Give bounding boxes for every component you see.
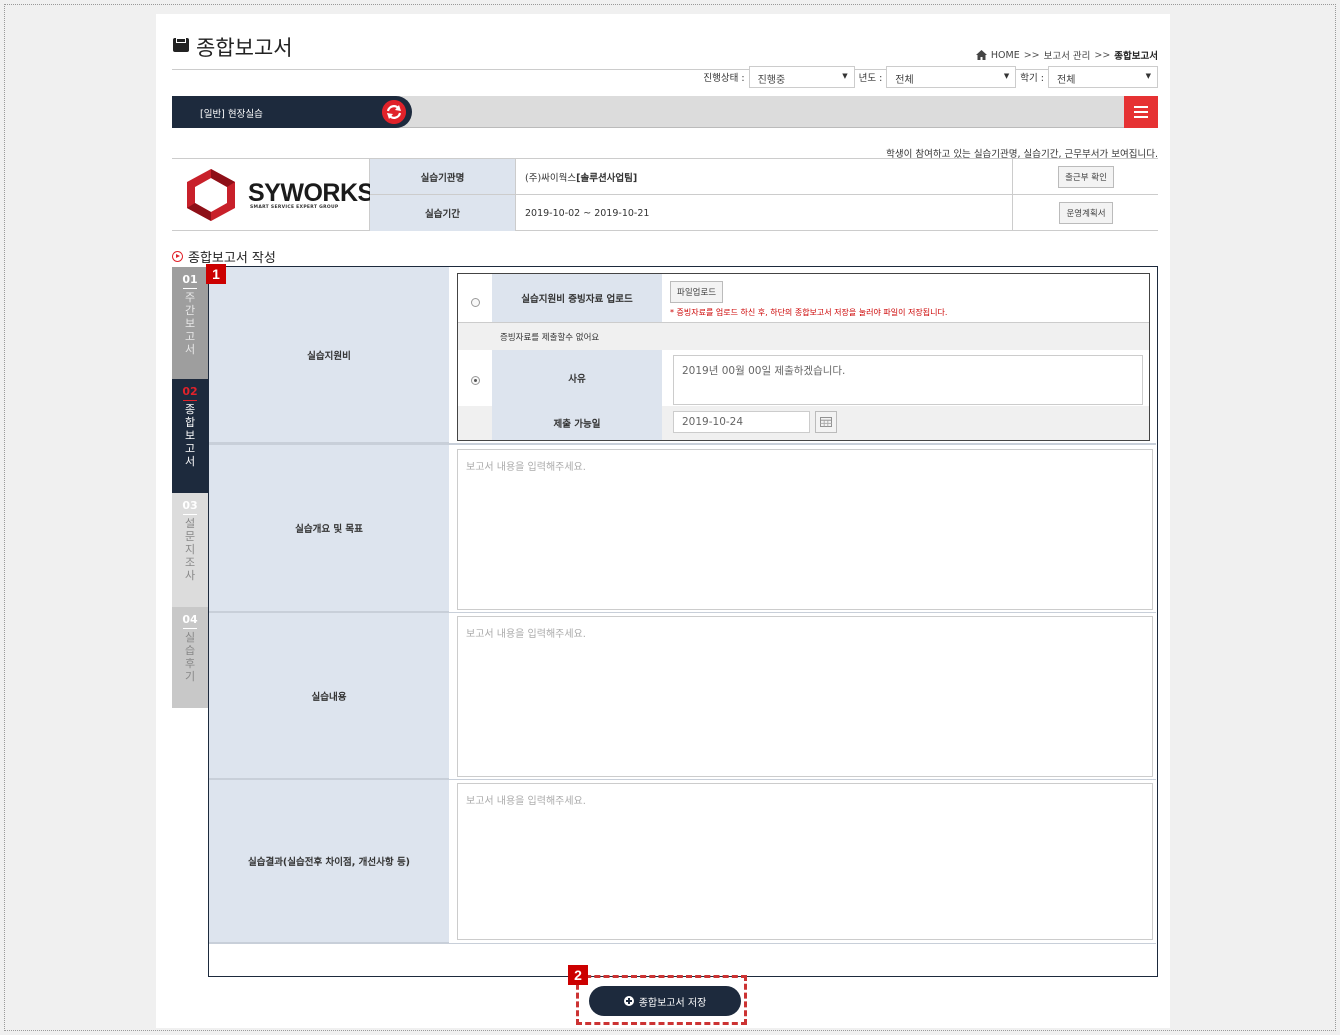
- status-filter-label: 진행상태 :: [703, 73, 745, 84]
- breadcrumb: HOME >> 보고서 관리 >> 종합보고서: [975, 48, 1158, 62]
- tab-final-report[interactable]: 02 종합보고서: [172, 379, 208, 493]
- filter-row: 진행상태 : 진행중 ▼ 년도 : 전체 ▼ 학기 : 전체 ▼: [703, 66, 1158, 88]
- company-info-table: SYWORKS SMART SERVICE EXPERT GROUP 실습기관명…: [172, 159, 1158, 231]
- support-options-box: 실습지원비 증빙자료 업로드 파일업로드 * 증빙자료를 업로드 하신 후, 하…: [457, 273, 1150, 441]
- marker-2: 2: [568, 965, 588, 985]
- report-form: 실습지원비 실습지원비 증빙자료 업로드 파일업로드 * 증빙자료를 업로드 하…: [208, 266, 1158, 977]
- results-textarea[interactable]: 보고서 내용을 입력해주세요.: [457, 783, 1153, 940]
- program-selector[interactable]: [일반] 현장실습: [172, 96, 412, 128]
- chevron-down-icon: ▼: [1145, 72, 1151, 80]
- save-button-label: 종합보고서 저장: [638, 997, 707, 1009]
- semester-select[interactable]: 전체 ▼: [1048, 66, 1158, 88]
- reason-textarea[interactable]: 2019년 00월 00일 제출하겠습니다.: [673, 355, 1143, 405]
- no-docs-row: 증빙자료를 제출할수 없어요: [458, 322, 1149, 350]
- chevron-down-icon: ▼: [1003, 72, 1010, 80]
- year-filter-label: 년도 :: [858, 73, 883, 84]
- date-input[interactable]: 2019-10-24: [673, 411, 810, 433]
- org-name-value: (주)싸이웍스 [솔루션사업팀]: [517, 159, 1013, 195]
- year-select-value: 전체: [895, 75, 914, 86]
- tab-number: 03: [182, 499, 198, 512]
- save-report-button[interactable]: 종합보고서 저장: [589, 986, 741, 1016]
- tab-review[interactable]: 04 실습후기: [172, 607, 208, 708]
- upload-label: 실습지원비 증빙자료 업로드: [492, 274, 662, 322]
- breadcrumb-report-management[interactable]: 보고서 관리: [1044, 48, 1091, 62]
- org-name-label: 실습기관명: [370, 159, 516, 195]
- period-label: 실습기간: [370, 195, 516, 231]
- home-icon: [975, 50, 987, 60]
- no-docs-text: 증빙자료를 제출할수 없어요: [500, 333, 600, 343]
- company-logo: SYWORKS SMART SERVICE EXPERT GROUP: [172, 159, 374, 231]
- results-label: 실습결과(실습전후 차이점, 개선사항 등): [209, 780, 449, 943]
- org-name-text: (주)싸이웍스: [525, 173, 577, 184]
- logo-subtext: SMART SERVICE EXPERT GROUP: [250, 205, 339, 210]
- attendance-cell: 출근부 확인: [1014, 159, 1158, 195]
- breadcrumb-separator: >>: [1023, 49, 1040, 61]
- upload-note: * 증빙자료를 업로드 하신 후, 하단의 종합보고서 저장을 눌러야 파일이 …: [670, 308, 948, 317]
- tab-number: 01: [182, 273, 198, 286]
- logo-text: SYWORKS: [248, 179, 374, 207]
- breadcrumb-current: 종합보고서: [1114, 51, 1158, 62]
- no-docs-radio[interactable]: [471, 376, 480, 385]
- overview-label: 실습개요 및 목표: [209, 445, 449, 612]
- play-circle-icon: [172, 251, 183, 262]
- menu-icon[interactable]: [1124, 96, 1158, 128]
- program-label: [일반] 현장실습: [200, 109, 263, 120]
- chevron-down-icon: ▼: [842, 72, 848, 80]
- tab-weekly-report[interactable]: 01 주간보고서: [172, 267, 208, 379]
- tab-number: 02: [182, 385, 198, 398]
- upload-radio[interactable]: [471, 298, 480, 307]
- divider: [209, 943, 1156, 944]
- support-label: 실습지원비: [209, 267, 449, 443]
- report-icon: [173, 38, 189, 52]
- reason-label: 사유: [492, 350, 662, 406]
- tab-number: 04: [182, 613, 198, 626]
- page-title: 종합보고서: [196, 36, 293, 60]
- tab-survey[interactable]: 03 설문지조사: [172, 493, 208, 607]
- tab-label: 종합보고서: [184, 403, 196, 468]
- content-textarea[interactable]: 보고서 내용을 입력해주세요.: [457, 616, 1153, 777]
- title-row: 종합보고서 HOME >> 보고서 관리 >> 종합보고서: [172, 28, 1158, 70]
- semester-select-value: 전체: [1057, 75, 1076, 86]
- plus-circle-icon: [623, 996, 634, 1006]
- marker-1: 1: [206, 264, 226, 284]
- content-label: 실습내용: [209, 613, 449, 779]
- status-select[interactable]: 진행중 ▼: [748, 66, 855, 88]
- breadcrumb-separator: >>: [1094, 49, 1111, 61]
- tab-label: 설문지조사: [184, 517, 196, 582]
- breadcrumb-home[interactable]: HOME: [991, 50, 1020, 61]
- tab-label: 주간보고서: [184, 291, 196, 356]
- syworks-logo-icon: [187, 169, 235, 221]
- semester-filter-label: 학기 :: [1020, 73, 1044, 84]
- year-select[interactable]: 전체 ▼: [886, 66, 1017, 88]
- calendar-icon[interactable]: [815, 411, 837, 433]
- page: 종합보고서 HOME >> 보고서 관리 >> 종합보고서 진행상태 : 진행중…: [156, 14, 1170, 1028]
- attendance-check-button[interactable]: 출근부 확인: [1058, 166, 1114, 188]
- plan-cell: 운영계획서: [1014, 195, 1158, 231]
- file-upload-button[interactable]: 파일업로드: [670, 281, 724, 303]
- refresh-icon[interactable]: [382, 100, 406, 124]
- operation-plan-button[interactable]: 운영계획서: [1059, 202, 1113, 224]
- status-select-value: 진행중: [757, 75, 786, 86]
- program-bar: [일반] 현장실습: [172, 96, 1158, 128]
- tab-label: 실습후기: [184, 631, 196, 683]
- date-label: 제출 가능일: [492, 406, 662, 440]
- overview-textarea[interactable]: 보고서 내용을 입력해주세요.: [457, 449, 1153, 610]
- org-dept-text: [솔루션사업팀]: [576, 173, 638, 184]
- section-title-text: 종합보고서 작성: [188, 251, 276, 266]
- period-value: 2019-10-02 ~ 2019-10-21: [517, 195, 1013, 231]
